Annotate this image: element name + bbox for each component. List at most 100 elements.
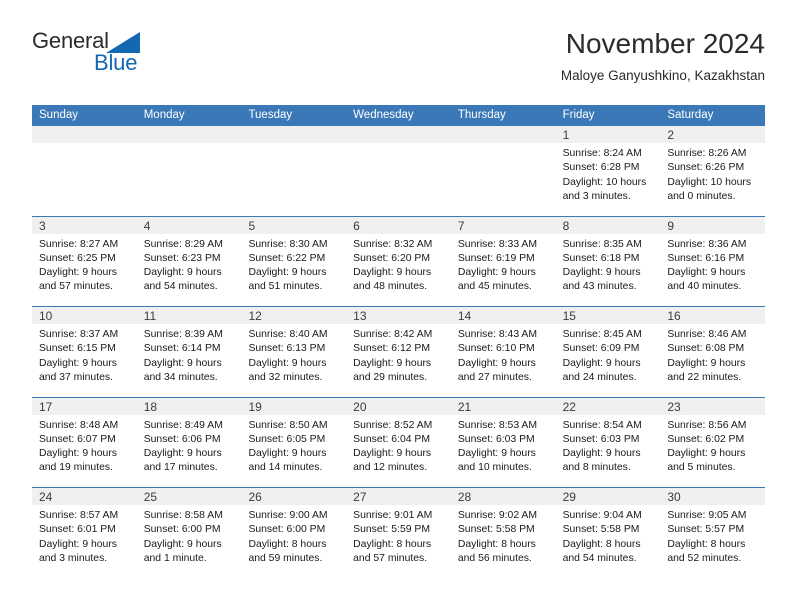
day-number-bar: 29 (555, 488, 661, 505)
day-number: 13 (353, 309, 367, 323)
day-details: Sunrise: 8:52 AM Sunset: 6:04 PM Daylight:… (346, 415, 451, 476)
day-details: Sunrise: 8:26 AM Sunset: 6:26 PM Daylight:… (660, 143, 765, 204)
calendar-day-cell[interactable]: 18 Sunrise: 8:49 AM Sunset: 6:06 PM Dayligh… (136, 397, 242, 487)
calendar-day-cell[interactable]: 15 Sunrise: 8:45 AM Sunset: 6:09 PM Dayligh… (555, 307, 661, 397)
calendar-day-cell[interactable]: 24 Sunrise: 8:57 AM Sunset: 6:01 PM Dayligh… (32, 488, 137, 578)
day-details: Sunrise: 8:39 AM Sunset: 6:14 PM Daylight:… (137, 324, 242, 385)
day-number-bar: 4 (136, 216, 242, 234)
weekday-header-wednesday: Wednesday (353, 109, 414, 121)
calendar-day-cell[interactable]: 9 Sunrise: 8:36 AM Sunset: 6:16 PM Daylight… (660, 216, 766, 306)
day-detail-line: Sunrise: 8:54 AM (562, 419, 642, 431)
day-number-bar: 12 (241, 307, 347, 324)
day-detail-line: Sunrise: 8:43 AM (457, 329, 538, 340)
day-number-bar: 15 (555, 307, 661, 324)
day-details: Sunrise: 8:37 AM Sunset: 6:15 PM Daylight:… (32, 324, 137, 385)
calendar-day-cell[interactable]: 5 Sunrise: 8:30 AM Sunset: 6:22 PM Daylight… (241, 216, 347, 306)
calendar-day-cell[interactable]: 8 Sunrise: 8:35 AM Sunset: 6:18 PM Daylight… (555, 216, 661, 306)
day-number: 19 (248, 399, 262, 414)
day-number-bar: 14 (450, 307, 556, 324)
day-detail-line: Daylight: 9 hours (562, 448, 641, 460)
calendar-day-cell[interactable]: 25 Sunrise: 8:58 AM Sunset: 6:00 PM Dayligh… (136, 488, 242, 578)
day-detail-line: Sunrise: 8:50 AM (248, 419, 328, 431)
calendar-day-cell[interactable]: 30 Sunrise: 9:05 AM Sunset: 5:57 PM Dayligh… (660, 488, 766, 578)
day-number-bar: 19 (241, 397, 347, 415)
page-subtitle: Maloye Ganyushkino, Kazakhstan (560, 68, 765, 83)
calendar-day-cell[interactable]: 27 Sunrise: 9:01 AM Sunset: 5:59 PM Dayligh… (346, 488, 451, 578)
day-detail-line: Sunset: 6:05 PM (248, 433, 326, 445)
day-details: Sunrise: 8:33 AM Sunset: 6:19 PM Daylight:… (451, 234, 556, 295)
day-details: Sunrise: 8:54 AM Sunset: 6:03 PM Daylight:… (556, 415, 661, 476)
day-number-bar: 20 (346, 397, 451, 415)
day-number-bar: 13 (346, 307, 451, 324)
day-number-bar: 3 (32, 216, 137, 234)
calendar-day-cell[interactable]: 4 Sunrise: 8:29 AM Sunset: 6:23 PM Daylight… (136, 216, 242, 306)
day-details: Sunrise: 8:57 AM Sunset: 6:01 PM Daylight:… (32, 505, 137, 566)
calendar-day-cell-empty (32, 126, 137, 216)
day-detail-line: and 40 minutes. (667, 281, 742, 293)
day-detail-line: and 56 minutes. (457, 552, 532, 564)
calendar-day-cell[interactable]: 1 Sunrise: 8:24 AM Sunset: 6:28 PM Daylight… (555, 126, 661, 216)
day-detail-line: and 3 minutes. (39, 552, 108, 564)
calendar-day-cell[interactable]: 3 Sunrise: 8:27 AM Sunset: 6:25 PM Daylight… (32, 216, 137, 306)
day-detail-line: Sunset: 5:59 PM (353, 524, 430, 536)
calendar-day-cell[interactable]: 14 Sunrise: 8:43 AM Sunset: 6:10 PM Dayligh… (450, 307, 556, 397)
calendar-day-cell[interactable]: 10 Sunrise: 8:37 AM Sunset: 6:15 PM Dayligh… (32, 307, 137, 397)
day-number: 22 (562, 399, 576, 414)
calendar-day-cell-empty (450, 126, 556, 216)
day-detail-line: and 43 minutes. (562, 281, 637, 293)
day-details: Sunrise: 8:29 AM Sunset: 6:23 PM Daylight:… (137, 234, 242, 295)
day-detail-line: Daylight: 10 hours (562, 176, 647, 188)
calendar-day-cell[interactable]: 2 Sunrise: 8:26 AM Sunset: 6:26 PM Daylight… (660, 126, 766, 216)
day-detail-line: and 32 minutes. (248, 371, 323, 383)
calendar-day-cell[interactable]: 29 Sunrise: 9:04 AM Sunset: 5:58 PM Dayligh… (555, 488, 661, 578)
day-detail-line: Sunset: 6:10 PM (457, 343, 535, 355)
weekday-header-monday: Monday (143, 109, 185, 121)
day-number-bar: 17 (32, 397, 137, 415)
day-detail-line: Sunrise: 8:32 AM (353, 238, 433, 250)
calendar-day-cell[interactable]: 16 Sunrise: 8:46 AM Sunset: 6:08 PM Dayligh… (660, 307, 766, 397)
calendar-day-cell[interactable]: 12 Sunrise: 8:40 AM Sunset: 6:13 PM Dayligh… (241, 307, 347, 397)
calendar-day-cell[interactable]: 7 Sunrise: 8:33 AM Sunset: 6:19 PM Daylight… (450, 216, 556, 306)
day-detail-line: Daylight: 9 hours (39, 267, 117, 279)
day-detail-line: Sunset: 6:19 PM (457, 252, 535, 264)
day-number: 12 (248, 309, 262, 323)
day-detail-line: Sunset: 5:58 PM (457, 524, 535, 536)
day-detail-line: Sunrise: 8:35 AM (562, 238, 642, 250)
calendar-day-cell[interactable]: 11 Sunrise: 8:39 AM Sunset: 6:14 PM Dayligh… (136, 307, 242, 397)
calendar-day-cell[interactable]: 17 Sunrise: 8:48 AM Sunset: 6:07 PM Dayligh… (32, 397, 137, 487)
day-detail-line: Sunset: 6:00 PM (248, 524, 326, 536)
day-detail-line: and 59 minutes. (248, 552, 323, 564)
day-details: Sunrise: 9:00 AM Sunset: 6:00 PM Daylight:… (241, 505, 346, 566)
day-detail-line: and 54 minutes. (562, 552, 637, 564)
day-detail-line: Daylight: 9 hours (143, 538, 222, 550)
calendar-day-cell[interactable]: 6 Sunrise: 8:32 AM Sunset: 6:20 PM Daylight… (346, 216, 451, 306)
day-detail-line: Daylight: 9 hours (457, 448, 536, 460)
day-number-bar: 10 (32, 307, 137, 324)
day-number-bar (346, 126, 451, 143)
day-detail-line: Sunrise: 8:26 AM (667, 148, 747, 159)
day-detail-line: Sunrise: 8:49 AM (143, 419, 223, 431)
calendar-day-cell[interactable]: 22 Sunrise: 8:54 AM Sunset: 6:03 PM Dayligh… (555, 397, 661, 487)
day-number: 28 (457, 490, 472, 504)
calendar-day-cell[interactable]: 21 Sunrise: 8:53 AM Sunset: 6:03 PM Dayligh… (450, 397, 556, 487)
day-number: 24 (39, 490, 53, 504)
calendar-week-row: 3 Sunrise: 8:27 AM Sunset: 6:25 PM Daylight… (32, 215, 766, 306)
general-blue-logo[interactable]: General Blue (32, 30, 212, 82)
day-detail-line: Daylight: 8 hours (667, 538, 746, 550)
day-details: Sunrise: 8:49 AM Sunset: 6:06 PM Daylight:… (137, 415, 242, 476)
calendar-day-cell[interactable]: 20 Sunrise: 8:52 AM Sunset: 6:04 PM Dayligh… (346, 397, 451, 487)
day-detail-line: Sunset: 6:22 PM (248, 252, 326, 264)
day-detail-line: Daylight: 9 hours (353, 357, 432, 369)
day-number-bar: 11 (136, 307, 242, 324)
calendar-day-cell[interactable]: 13 Sunrise: 8:42 AM Sunset: 6:12 PM Dayligh… (346, 307, 451, 397)
calendar-day-cell[interactable]: 19 Sunrise: 8:50 AM Sunset: 6:05 PM Dayligh… (241, 397, 347, 487)
day-number-bar (32, 126, 137, 143)
day-detail-line: Sunset: 6:01 PM (39, 524, 116, 536)
day-detail-line: Sunrise: 8:37 AM (39, 329, 119, 340)
day-detail-line: Daylight: 9 hours (39, 357, 117, 369)
day-number: 17 (39, 399, 53, 414)
day-detail-line: Daylight: 9 hours (667, 267, 746, 279)
calendar-day-cell[interactable]: 28 Sunrise: 9:02 AM Sunset: 5:58 PM Dayligh… (450, 488, 556, 578)
calendar-day-cell[interactable]: 26 Sunrise: 9:00 AM Sunset: 6:00 PM Dayligh… (241, 488, 347, 578)
calendar-day-cell[interactable]: 23 Sunrise: 8:56 AM Sunset: 6:02 PM Dayligh… (660, 397, 766, 487)
